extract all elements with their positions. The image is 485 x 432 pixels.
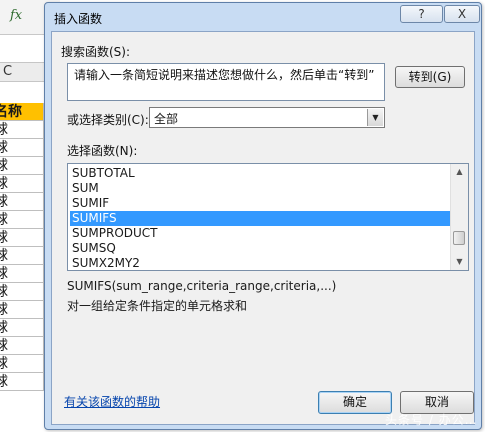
function-list-item[interactable]: SUMIFS (70, 211, 452, 226)
dialog-title: 插入函数 (54, 12, 103, 26)
worksheet-cell[interactable]: 球 (0, 139, 44, 157)
goto-button[interactable]: 转到(G) (395, 66, 465, 88)
search-input[interactable]: 请输入一条简短说明来描述您想做什么，然后单击“转到” (67, 63, 385, 101)
function-list-item[interactable]: SUBTOTAL (70, 166, 452, 181)
worksheet-cell[interactable]: 球 (0, 355, 44, 373)
worksheet-cell[interactable]: 球 (0, 193, 44, 211)
chevron-down-icon[interactable]: ▼ (367, 109, 383, 126)
header-cell[interactable]: 名称 (0, 103, 44, 121)
worksheet-cell[interactable]: 球 (0, 247, 44, 265)
close-icon: X (457, 7, 467, 21)
function-syntax: SUMIFS(sum_range,criteria_range,criteria… (67, 279, 337, 293)
category-select[interactable]: 全部 ▼ (149, 107, 385, 128)
worksheet-cell[interactable]: 球 (0, 157, 44, 175)
function-list-scrollbar[interactable]: ▲ ▼ (450, 164, 468, 270)
function-list-item[interactable]: SUMPRODUCT (70, 226, 452, 241)
worksheet-cell[interactable]: 球 (0, 175, 44, 193)
function-list-item[interactable]: SUMIF (70, 196, 452, 211)
ok-button[interactable]: 确定 (318, 391, 392, 414)
function-list-item[interactable]: SUMX2MY2 (70, 256, 452, 270)
worksheet-cell[interactable]: 球 (0, 283, 44, 301)
category-label: 或选择类别(C): (67, 113, 149, 127)
scroll-up-icon[interactable]: ▲ (451, 164, 468, 180)
column-header-c[interactable]: C (0, 62, 49, 82)
worksheet-grid: 名称 球球球球球球球球球球球球球球球 (0, 103, 44, 391)
worksheet-cell[interactable]: 球 (0, 211, 44, 229)
scroll-down-icon[interactable]: ▼ (451, 254, 468, 270)
insert-function-dialog: 插入函数 ? X 搜索函数(S): 请输入一条简短说明来描述您想做什么，然后单击… (44, 2, 482, 430)
worksheet-cell[interactable]: 球 (0, 337, 44, 355)
category-value: 全部 (154, 112, 179, 126)
worksheet-cell[interactable]: 球 (0, 121, 44, 139)
dialog-body: 搜索函数(S): 请输入一条简短说明来描述您想做什么，然后单击“转到” 转到(G… (51, 31, 475, 425)
function-list[interactable]: SUMX2MY2 SUMSQ SUMPRODUCT SUMIFS SUMIF SUM SUB… (67, 163, 469, 271)
worksheet-cell[interactable]: 球 (0, 373, 44, 391)
worksheet-cell[interactable]: 球 (0, 319, 44, 337)
select-function-label: 选择函数(N): (67, 144, 138, 158)
watermark: 头条号 / 办公… (385, 413, 478, 427)
close-button[interactable]: X (444, 5, 480, 23)
help-button[interactable]: ? (400, 5, 443, 23)
worksheet-cell[interactable]: 球 (0, 301, 44, 319)
search-label: 搜索函数(S): (61, 45, 131, 59)
worksheet-cell[interactable]: 球 (0, 265, 44, 283)
function-help-link[interactable]: 有关该函数的帮助 (64, 393, 160, 410)
function-list-item[interactable]: SUMSQ (70, 241, 452, 256)
worksheet-cell[interactable]: 球 (0, 229, 44, 247)
scroll-thumb[interactable] (453, 231, 465, 245)
fx-icon[interactable]: fx (10, 8, 22, 23)
dialog-titlebar[interactable]: 插入函数 ? X (45, 3, 481, 31)
function-description: 对一组给定条件指定的单元格求和 (67, 299, 248, 313)
function-list-item[interactable]: SUM (70, 181, 452, 196)
